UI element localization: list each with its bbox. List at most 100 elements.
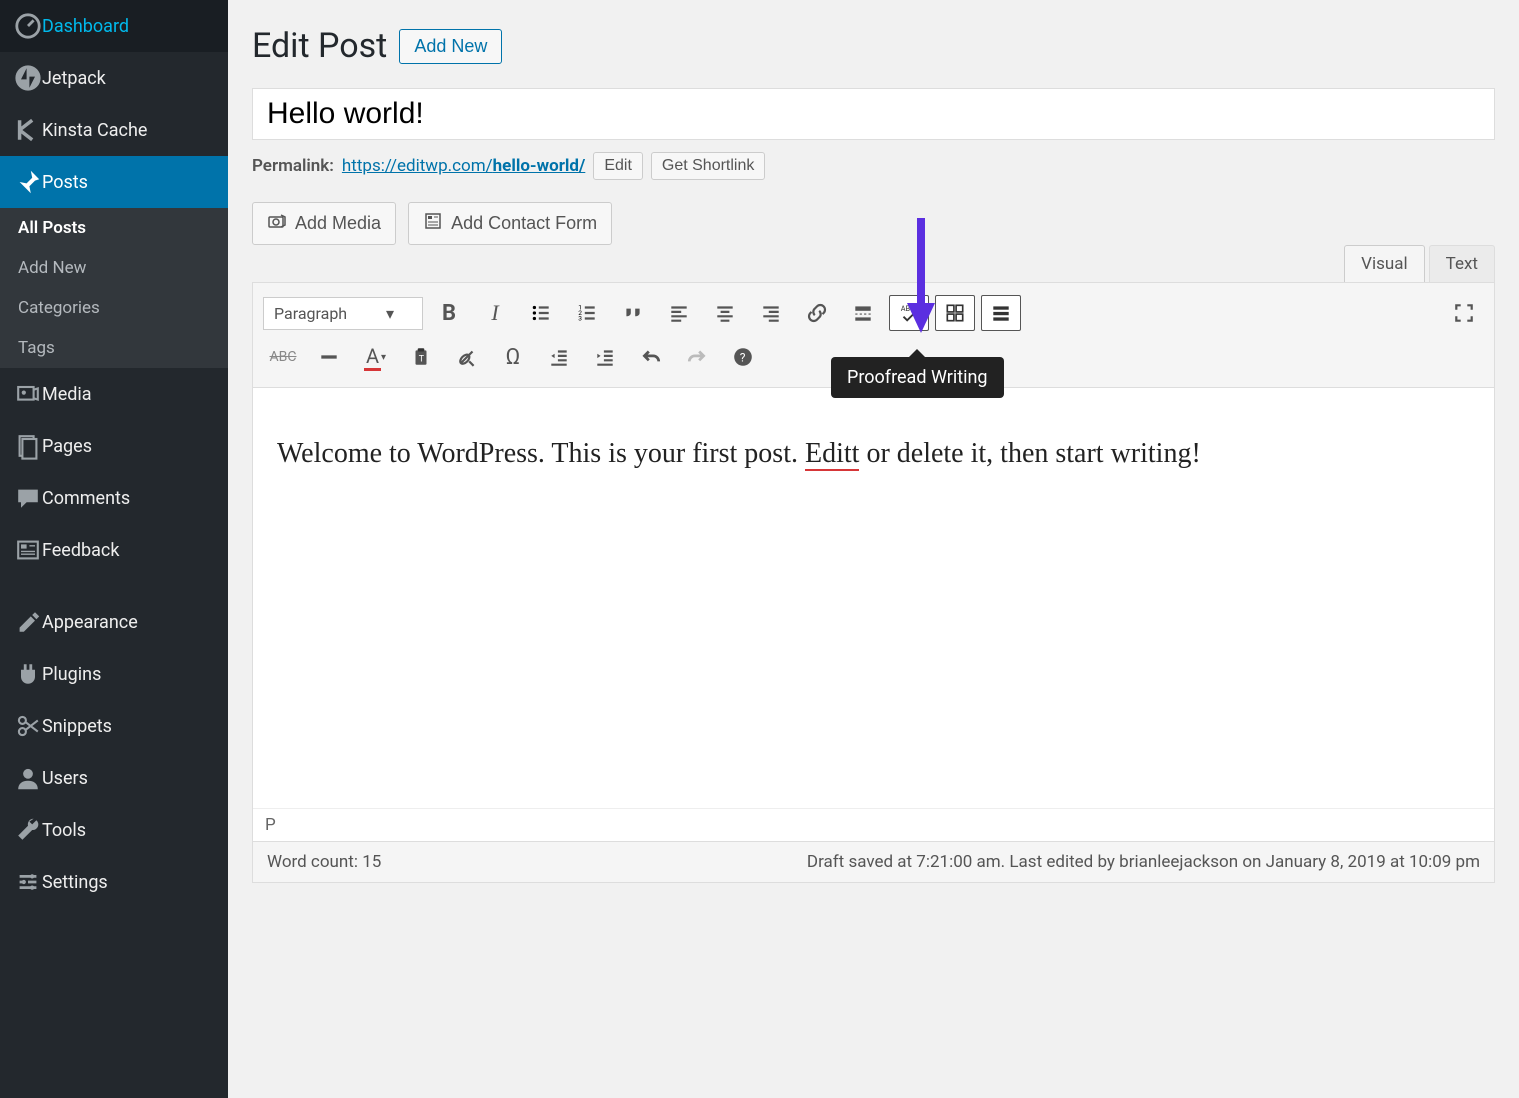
- sidebar-item-plugins[interactable]: Plugins: [0, 648, 228, 700]
- save-status: Draft saved at 7:21:00 am. Last edited b…: [807, 852, 1480, 872]
- ordered-list-button[interactable]: 123: [567, 295, 607, 331]
- sidebar-item-pages[interactable]: Pages: [0, 420, 228, 472]
- format-select[interactable]: Paragraph ▾: [263, 297, 423, 330]
- sidebar-item-comments[interactable]: Comments: [0, 472, 228, 524]
- settings-icon: [14, 868, 42, 896]
- strikethrough-button[interactable]: ABC: [263, 339, 303, 375]
- editor-tabs: Visual Text: [252, 245, 1495, 282]
- tab-text[interactable]: Text: [1429, 245, 1495, 282]
- word-count: Word count: 15: [267, 852, 381, 872]
- hr-button[interactable]: [309, 339, 349, 375]
- sidebar-item-media[interactable]: Media: [0, 368, 228, 420]
- help-button[interactable]: ?: [723, 339, 763, 375]
- permalink-row: Permalink: https://editwp.com/hello-worl…: [252, 152, 1495, 180]
- sidebar-label: Tools: [42, 820, 86, 841]
- editor-toolbar: Paragraph ▾ B I 123 ABC ABC: [253, 283, 1494, 388]
- sidebar-label: Settings: [42, 872, 108, 893]
- page-builder-button[interactable]: [935, 295, 975, 331]
- toolbar-toggle-button[interactable]: [981, 295, 1021, 331]
- spelling-error[interactable]: Editt: [805, 438, 859, 471]
- form-icon: [423, 211, 443, 236]
- special-character-button[interactable]: Ω: [493, 339, 533, 375]
- sidebar-item-tools[interactable]: Tools: [0, 804, 228, 856]
- sidebar-label: Appearance: [42, 612, 138, 633]
- sidebar-sub-all-posts[interactable]: All Posts: [0, 208, 228, 248]
- blockquote-button[interactable]: [613, 295, 653, 331]
- undo-button[interactable]: [631, 339, 671, 375]
- page-title: Edit Post: [252, 26, 387, 66]
- sidebar-label: Media: [42, 384, 92, 405]
- align-right-button[interactable]: [751, 295, 791, 331]
- comments-icon: [14, 484, 42, 512]
- bold-button[interactable]: B: [429, 295, 469, 331]
- sidebar-sub-add-new[interactable]: Add New: [0, 248, 228, 288]
- camera-icon: [267, 211, 287, 236]
- sidebar-item-dashboard[interactable]: Dashboard: [0, 0, 228, 52]
- editor-element-path[interactable]: P: [253, 808, 1494, 841]
- admin-sidebar: Dashboard Jetpack Kinsta Cache Posts All…: [0, 0, 228, 1098]
- sidebar-item-posts[interactable]: Posts: [0, 156, 228, 208]
- sidebar-sub-tags[interactable]: Tags: [0, 328, 228, 368]
- sidebar-sub-categories[interactable]: Categories: [0, 288, 228, 328]
- sidebar-separator: [0, 576, 228, 596]
- proofread-tooltip: Proofread Writing: [831, 357, 1004, 398]
- align-left-button[interactable]: [659, 295, 699, 331]
- text-color-button[interactable]: A ▾: [355, 339, 395, 375]
- sidebar-label: Feedback: [42, 540, 119, 561]
- sidebar-item-users[interactable]: Users: [0, 752, 228, 804]
- add-contact-form-button[interactable]: Add Contact Form: [408, 202, 612, 245]
- redo-button[interactable]: [677, 339, 717, 375]
- sidebar-label: Posts: [42, 172, 88, 193]
- plugins-icon: [14, 660, 42, 688]
- clear-formatting-button[interactable]: [447, 339, 487, 375]
- sidebar-item-kinsta[interactable]: Kinsta Cache: [0, 104, 228, 156]
- paste-text-button[interactable]: T: [401, 339, 441, 375]
- read-more-button[interactable]: [843, 295, 883, 331]
- sidebar-label: Users: [42, 768, 88, 789]
- tab-visual[interactable]: Visual: [1344, 245, 1424, 282]
- editor-content[interactable]: Welcome to WordPress. This is your first…: [253, 388, 1494, 808]
- pin-icon: [14, 168, 42, 196]
- sidebar-item-snippets[interactable]: Snippets: [0, 700, 228, 752]
- fullscreen-button[interactable]: [1444, 295, 1484, 331]
- permalink-edit-button[interactable]: Edit: [593, 152, 643, 180]
- media-button-row: Add Media Add Contact Form: [252, 202, 1495, 245]
- post-title-input[interactable]: [252, 88, 1495, 140]
- chevron-down-icon: ▾: [381, 352, 386, 363]
- sidebar-item-jetpack[interactable]: Jetpack: [0, 52, 228, 104]
- pages-icon: [14, 432, 42, 460]
- sidebar-item-settings[interactable]: Settings: [0, 856, 228, 908]
- outdent-button[interactable]: [539, 339, 579, 375]
- media-icon: [14, 380, 42, 408]
- link-button[interactable]: [797, 295, 837, 331]
- main-content: Edit Post Add New Permalink: https://edi…: [228, 0, 1519, 1098]
- italic-button[interactable]: I: [475, 295, 515, 331]
- jetpack-icon: [14, 64, 42, 92]
- dashboard-icon: [14, 12, 42, 40]
- align-center-button[interactable]: [705, 295, 745, 331]
- add-media-button[interactable]: Add Media: [252, 202, 396, 245]
- appearance-icon: [14, 608, 42, 636]
- sidebar-label: Snippets: [42, 716, 112, 737]
- annotation-arrow-icon: [901, 218, 941, 338]
- add-new-button[interactable]: Add New: [399, 29, 502, 64]
- sidebar-label: Kinsta Cache: [42, 120, 147, 141]
- permalink-link[interactable]: https://editwp.com/hello-world/: [342, 156, 585, 176]
- feedback-icon: [14, 536, 42, 564]
- sidebar-item-appearance[interactable]: Appearance: [0, 596, 228, 648]
- sidebar-label: Dashboard: [42, 16, 129, 37]
- users-icon: [14, 764, 42, 792]
- tools-icon: [14, 816, 42, 844]
- sidebar-label: Plugins: [42, 664, 101, 685]
- sidebar-item-feedback[interactable]: Feedback: [0, 524, 228, 576]
- page-header: Edit Post Add New: [252, 26, 1495, 66]
- editor-status-bar: Word count: 15 Draft saved at 7:21:00 am…: [253, 841, 1494, 882]
- sidebar-label: Pages: [42, 436, 92, 457]
- indent-button[interactable]: [585, 339, 625, 375]
- sidebar-submenu-posts: All Posts Add New Categories Tags: [0, 208, 228, 368]
- svg-text:?: ?: [740, 350, 746, 364]
- unordered-list-button[interactable]: [521, 295, 561, 331]
- snippets-icon: [14, 712, 42, 740]
- get-shortlink-button[interactable]: Get Shortlink: [651, 152, 765, 180]
- sidebar-label: Jetpack: [42, 68, 106, 89]
